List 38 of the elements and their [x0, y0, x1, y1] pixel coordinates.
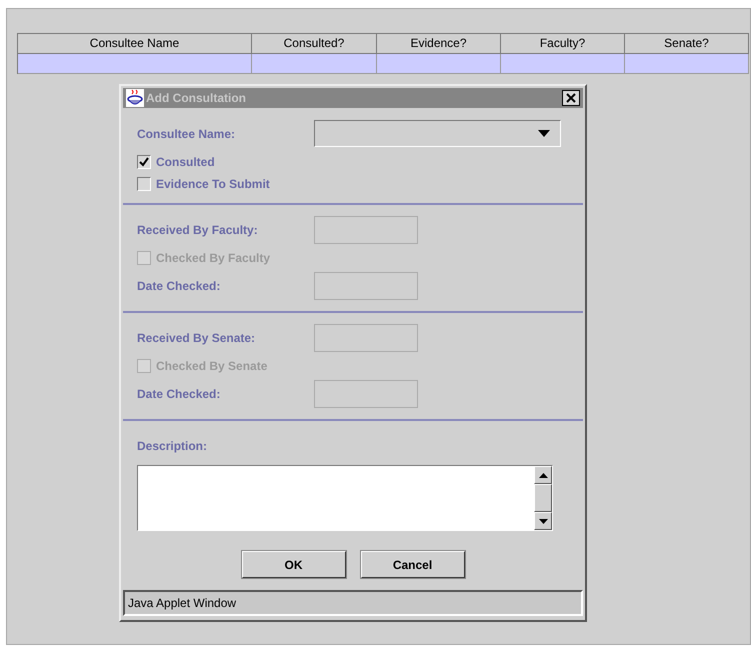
- dialog-button[interactable]: OK: [242, 551, 346, 578]
- checkbox-label: Consulted: [156, 155, 215, 169]
- column-header[interactable]: Faculty?: [501, 34, 625, 54]
- close-button[interactable]: [562, 90, 580, 106]
- column-header[interactable]: Consultee Name: [18, 34, 252, 54]
- scroll-down-button[interactable]: [534, 512, 552, 530]
- input-field[interactable]: [314, 380, 418, 408]
- scrollbar-thumb[interactable]: [534, 484, 552, 512]
- status-bar: Java Applet Window: [123, 590, 583, 616]
- up-arrow-icon: [538, 472, 548, 478]
- scroll-up-button[interactable]: [534, 466, 552, 484]
- dropdown-field[interactable]: [314, 120, 561, 147]
- down-arrow-icon: [538, 518, 548, 524]
- coffee-cup-icon: [126, 89, 144, 107]
- window-title: Add Consultation: [146, 91, 247, 105]
- column-header[interactable]: Senate?: [625, 34, 749, 54]
- field-label: Date Checked:: [137, 279, 222, 293]
- field-label: Received By Faculty:: [137, 223, 259, 237]
- input-field[interactable]: [314, 324, 418, 352]
- field-label: Received By Senate:: [137, 331, 256, 345]
- dialog-button[interactable]: Cancel: [360, 551, 464, 578]
- checkbox[interactable]: [137, 177, 151, 191]
- table-cell[interactable]: [625, 54, 749, 74]
- input-field[interactable]: [314, 216, 418, 244]
- table-cell[interactable]: [252, 54, 377, 74]
- table-cell[interactable]: [501, 54, 625, 74]
- checkbox[interactable]: [137, 155, 151, 169]
- column-header[interactable]: Consulted?: [252, 34, 377, 54]
- checkbox-label: Evidence To Submit: [156, 177, 270, 191]
- text-area[interactable]: [137, 465, 553, 531]
- field-label: Description:: [137, 439, 208, 453]
- input-field[interactable]: [314, 272, 418, 300]
- table-cell[interactable]: [18, 54, 252, 74]
- table-cell[interactable]: [377, 54, 501, 74]
- column-header[interactable]: Evidence?: [377, 34, 501, 54]
- dropdown-arrow-icon: [538, 130, 550, 137]
- field-label: Consultee Name:: [137, 126, 236, 140]
- field-label: Date Checked:: [137, 387, 222, 401]
